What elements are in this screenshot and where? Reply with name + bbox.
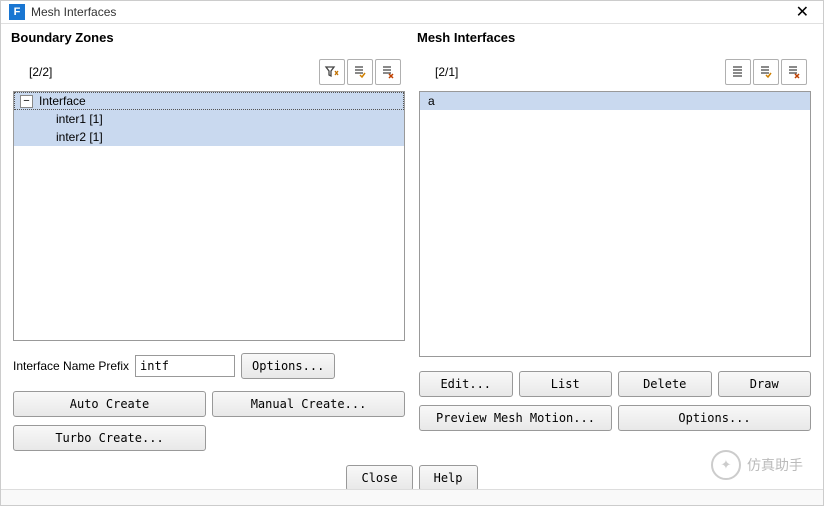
list-item-label: a	[426, 94, 435, 108]
mesh-interfaces-header: [2/1]	[417, 49, 813, 91]
select-all-icon[interactable]	[753, 59, 779, 85]
content-area: Boundary Zones [2/2] −	[1, 24, 823, 455]
prefix-label: Interface Name Prefix	[13, 359, 129, 373]
list-item[interactable]: a	[420, 92, 810, 110]
filter-toggle-icon[interactable]	[319, 59, 345, 85]
boundary-zones-panel: Boundary Zones [2/2] −	[11, 28, 407, 455]
deselect-all-icon[interactable]	[781, 59, 807, 85]
delete-button[interactable]: Delete	[618, 371, 712, 397]
help-button[interactable]: Help	[419, 465, 478, 491]
create-row-2: Turbo Create...	[13, 425, 405, 451]
mesh-interfaces-dialog: F Mesh Interfaces ✕ Boundary Zones [2/2]	[0, 0, 824, 506]
tree-item[interactable]: inter2 [1]	[14, 128, 404, 146]
manual-create-button[interactable]: Manual Create...	[212, 391, 405, 417]
options-button[interactable]: Options...	[241, 353, 335, 379]
tree-root-label: Interface	[37, 94, 86, 108]
turbo-create-button[interactable]: Turbo Create...	[13, 425, 206, 451]
create-row-1: Auto Create Manual Create...	[13, 391, 405, 417]
window-title: Mesh Interfaces	[31, 5, 790, 19]
tree-item-label: inter2 [1]	[54, 130, 103, 144]
titlebar: F Mesh Interfaces ✕	[1, 1, 823, 24]
edit-button[interactable]: Edit...	[419, 371, 513, 397]
boundary-zones-counter: [2/2]	[29, 65, 319, 79]
boundary-zones-tree[interactable]: − Interface inter1 [1] inter2 [1]	[13, 91, 405, 341]
tree-item[interactable]: inter1 [1]	[14, 110, 404, 128]
action-row-1: Edit... List Delete Draw	[419, 371, 811, 397]
prefix-row: Interface Name Prefix Options...	[11, 341, 407, 387]
auto-create-button[interactable]: Auto Create	[13, 391, 206, 417]
close-icon[interactable]: ✕	[790, 2, 815, 22]
tree-item-label: inter1 [1]	[54, 112, 103, 126]
mesh-interfaces-panel: Mesh Interfaces [2/1] a	[417, 28, 813, 455]
mesh-interfaces-list[interactable]: a	[419, 91, 811, 357]
list-icon[interactable]	[725, 59, 751, 85]
select-all-icon[interactable]	[347, 59, 373, 85]
mesh-interfaces-counter: [2/1]	[435, 65, 725, 79]
status-strip	[1, 489, 823, 505]
mesh-interfaces-title: Mesh Interfaces	[417, 28, 813, 49]
app-icon: F	[9, 4, 25, 20]
draw-button[interactable]: Draw	[718, 371, 812, 397]
collapse-icon[interactable]: −	[20, 95, 33, 108]
close-button[interactable]: Close	[346, 465, 412, 491]
prefix-input[interactable]	[135, 355, 235, 377]
tree-root-row[interactable]: − Interface	[14, 92, 404, 110]
boundary-zones-title: Boundary Zones	[11, 28, 407, 49]
preview-mesh-motion-button[interactable]: Preview Mesh Motion...	[419, 405, 612, 431]
list-button[interactable]: List	[519, 371, 613, 397]
action-row-2: Preview Mesh Motion... Options...	[419, 405, 811, 431]
deselect-all-icon[interactable]	[375, 59, 401, 85]
boundary-zones-header: [2/2]	[11, 49, 407, 91]
interfaces-options-button[interactable]: Options...	[618, 405, 811, 431]
